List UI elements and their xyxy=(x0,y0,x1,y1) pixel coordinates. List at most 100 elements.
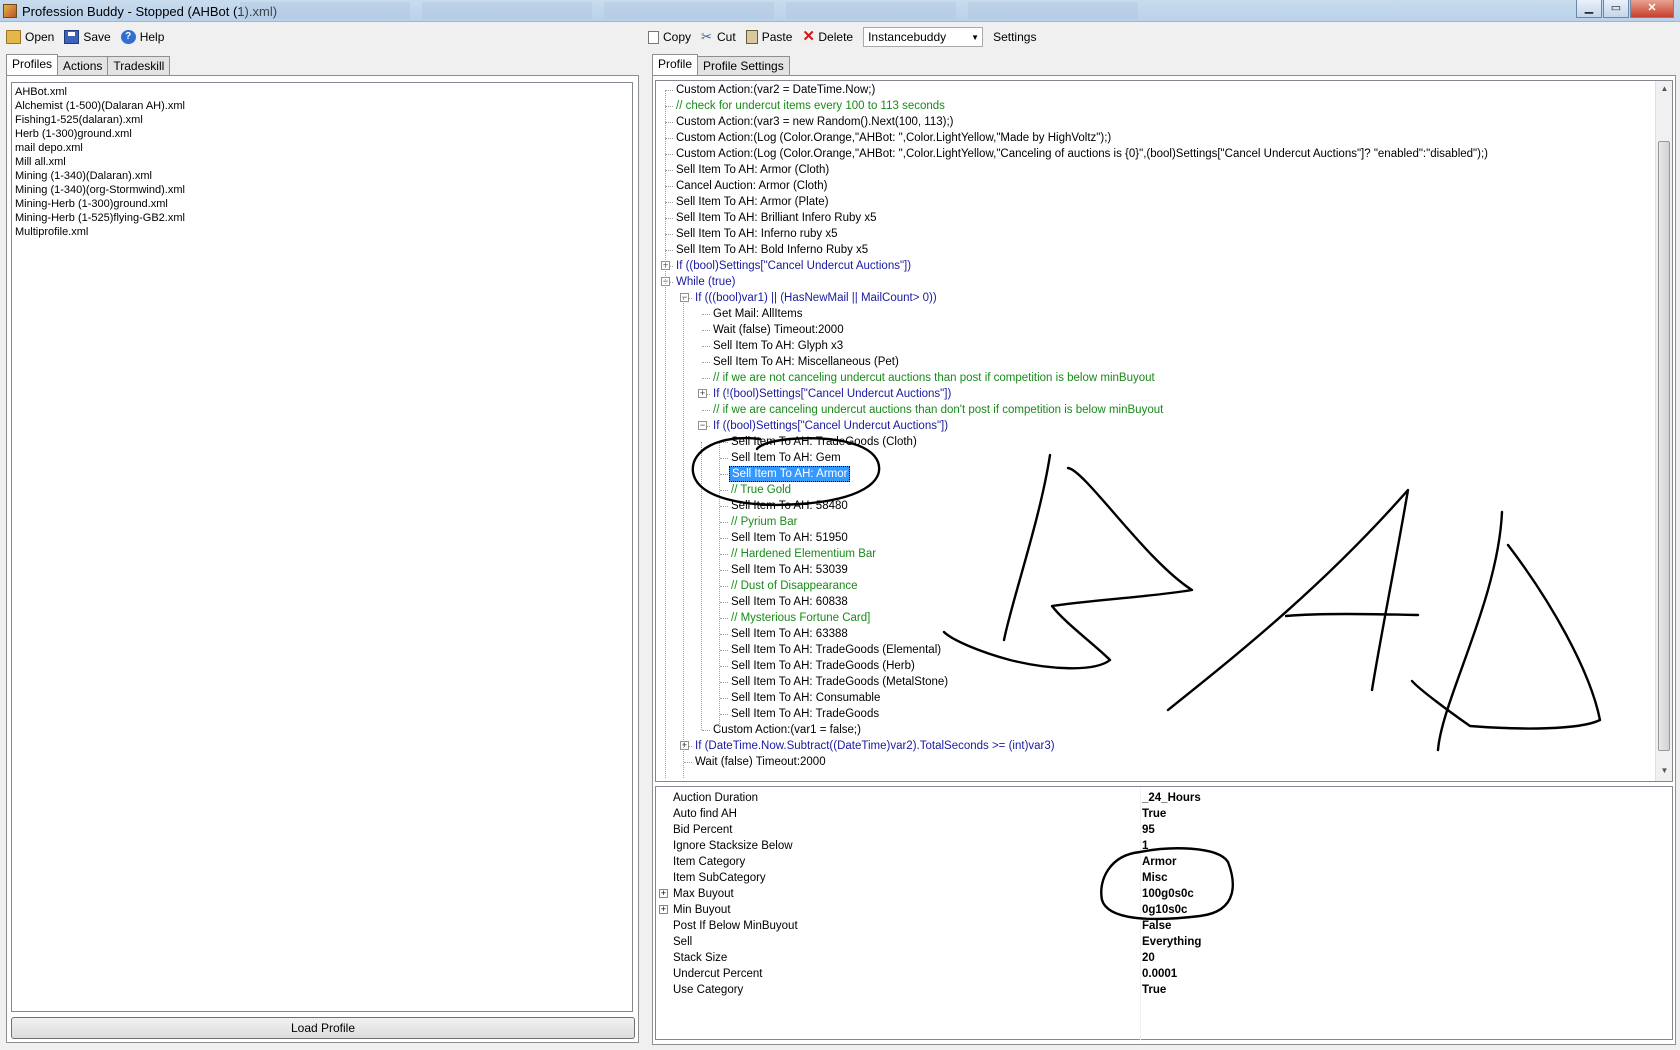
minimize-button[interactable]: ▁ xyxy=(1576,0,1602,18)
property-row[interactable]: Stack Size 20 xyxy=(656,950,1670,966)
tree-action-node[interactable]: Sell Item To AH: Brilliant Infero Ruby x… xyxy=(674,210,877,226)
property-value[interactable]: Misc xyxy=(1142,870,1168,886)
property-row[interactable]: Auction Duration _24_Hours xyxy=(656,790,1670,806)
tree-action-node[interactable]: Sell Item To AH: Armor (Plate) xyxy=(674,194,829,210)
tree-action-node[interactable]: Sell Item To AH: Miscellaneous (Pet) xyxy=(711,354,899,370)
expand-icon[interactable]: + xyxy=(659,889,668,898)
tree-action-node[interactable]: Sell Item To AH: TradeGoods xyxy=(729,706,879,722)
tree-action-node[interactable]: Get Mail: AllItems xyxy=(711,306,802,322)
tree-action-node[interactable]: Sell Item To AH: 53039 xyxy=(729,562,848,578)
tree-comment[interactable]: // Pyrium Bar xyxy=(729,514,797,530)
cut-button[interactable]: ✂ Cut xyxy=(701,30,736,45)
tree-action-node[interactable]: Sell Item To AH: Gem xyxy=(729,450,841,466)
property-value[interactable]: 0.0001 xyxy=(1142,966,1177,982)
tree-action-node[interactable]: Sell Item To AH: Armor (Cloth) xyxy=(674,162,829,178)
property-value[interactable]: 0g10s0c xyxy=(1142,902,1187,918)
tab-profile-settings[interactable]: Profile Settings xyxy=(697,56,790,75)
property-row[interactable]: Undercut Percent 0.0001 xyxy=(656,966,1670,982)
profile-list-item[interactable]: Mining-Herb (1-525)flying-GB2.xml xyxy=(15,211,629,225)
expand-icon[interactable]: + xyxy=(680,741,689,750)
property-value[interactable]: 20 xyxy=(1142,950,1155,966)
profile-list-item[interactable]: Fishing1-525(dalaran).xml xyxy=(15,113,629,127)
tab-tradeskill[interactable]: Tradeskill xyxy=(107,56,171,75)
tree-action-node[interactable]: Sell Item To AH: Glyph x3 xyxy=(711,338,843,354)
tree-scrollbar[interactable]: ▲ ▼ xyxy=(1655,81,1672,781)
property-value[interactable]: True xyxy=(1142,806,1166,822)
tree-action-node[interactable]: Sell Item To AH: TradeGoods (Cloth) xyxy=(729,434,917,450)
property-value[interactable]: 95 xyxy=(1142,822,1155,838)
load-profile-button[interactable]: Load Profile xyxy=(11,1017,635,1039)
tab-profile[interactable]: Profile xyxy=(652,54,699,75)
tree-comment[interactable]: // True Gold xyxy=(729,482,791,498)
profile-list-item[interactable]: Multiprofile.xml xyxy=(15,225,629,239)
tree-action-node[interactable]: Sell Item To AH: 58480 xyxy=(729,498,848,514)
paste-button[interactable]: Paste xyxy=(745,30,792,44)
property-row[interactable]: Ignore Stacksize Below 1 xyxy=(656,838,1670,854)
settings-button[interactable]: Settings xyxy=(993,30,1036,44)
tree-action-node[interactable]: Sell Item To AH: TradeGoods (Elemental) xyxy=(729,642,941,658)
tree-action-node[interactable]: Custom Action:(Log (Color.Orange,"AHBot:… xyxy=(674,146,1488,162)
tab-actions[interactable]: Actions xyxy=(57,56,109,75)
profile-list-item[interactable]: mail depo.xml xyxy=(15,141,629,155)
property-row[interactable]: Item SubCategory Misc xyxy=(656,870,1670,886)
tree-comment[interactable]: // if we are not canceling undercut auct… xyxy=(711,370,1155,386)
property-value[interactable]: Armor xyxy=(1142,854,1177,870)
tree-action-node[interactable]: Sell Item To AH: 63388 xyxy=(729,626,848,642)
open-button[interactable]: Open xyxy=(6,30,54,44)
expand-icon[interactable]: + xyxy=(659,905,668,914)
profile-list-item[interactable]: AHBot.xml xyxy=(15,85,629,99)
scroll-down-icon[interactable]: ▼ xyxy=(1659,766,1670,778)
bot-select-dropdown[interactable]: Instancebuddy ▼ xyxy=(863,27,984,47)
close-button[interactable]: ✕ xyxy=(1630,0,1674,18)
tree-action-node[interactable]: Cancel Auction: Armor (Cloth) xyxy=(674,178,827,194)
property-row[interactable]: + Max Buyout 100g0s0c xyxy=(656,886,1670,902)
tree-flow-node[interactable]: If ((bool)Settings["Cancel Undercut Auct… xyxy=(711,418,948,434)
tree-flow-node[interactable]: If ((bool)Settings["Cancel Undercut Auct… xyxy=(674,258,911,274)
tree-action-node[interactable]: Custom Action:(var3 = new Random().Next(… xyxy=(674,114,954,130)
tree-action-node[interactable]: Custom Action:(var1 = false;) xyxy=(711,722,861,738)
tree-comment[interactable]: // if we are canceling undercut auctions… xyxy=(711,402,1163,418)
property-value[interactable]: 100g0s0c xyxy=(1142,886,1194,902)
property-value[interactable]: True xyxy=(1142,982,1166,998)
tree-action-node[interactable]: Sell Item To AH: 60838 xyxy=(729,594,848,610)
scroll-up-icon[interactable]: ▲ xyxy=(1659,84,1670,96)
tab-profiles[interactable]: Profiles xyxy=(6,54,59,75)
copy-button[interactable]: Copy xyxy=(648,30,691,44)
profile-list-item[interactable]: Mining-Herb (1-300)ground.xml xyxy=(15,197,629,211)
tree-comment[interactable]: // Mysterious Fortune Card] xyxy=(729,610,870,626)
profile-list-item[interactable]: Mill all.xml xyxy=(15,155,629,169)
property-row[interactable]: + Min Buyout 0g10s0c xyxy=(656,902,1670,918)
scroll-thumb[interactable] xyxy=(1658,141,1670,751)
profile-list-item[interactable]: Mining (1-340)(Dalaran).xml xyxy=(15,169,629,183)
tree-flow-node[interactable]: If (DateTime.Now.Subtract((DateTime)var2… xyxy=(693,738,1055,754)
maximize-button[interactable]: ▭ xyxy=(1603,0,1629,18)
tree-flow-node[interactable]: If (((bool)var1) || (HasNewMail || MailC… xyxy=(693,290,937,306)
tree-comment[interactable]: // Hardened Elementium Bar xyxy=(729,546,876,562)
profile-list-item[interactable]: Mining (1-340)(org-Stormwind).xml xyxy=(15,183,629,197)
tree-action-node[interactable]: Sell Item To AH: TradeGoods (MetalStone) xyxy=(729,674,948,690)
profile-list[interactable]: AHBot.xml Alchemist (1-500)(Dalaran AH).x… xyxy=(11,82,633,1012)
tree-action-node[interactable]: Sell Item To AH: Bold Inferno Ruby x5 xyxy=(674,242,868,258)
property-row[interactable]: Item Category Armor xyxy=(656,854,1670,870)
expand-icon[interactable]: + xyxy=(698,389,707,398)
tree-action-node[interactable]: Sell Item To AH: Inferno ruby x5 xyxy=(674,226,838,242)
tree-action-node[interactable]: Sell Item To AH: TradeGoods (Herb) xyxy=(729,658,915,674)
property-value[interactable]: False xyxy=(1142,918,1171,934)
property-row[interactable]: Auto find AH True xyxy=(656,806,1670,822)
tree-action-node[interactable]: Wait (false) Timeout:2000 xyxy=(711,322,844,338)
tree-comment[interactable]: // check for undercut items every 100 to… xyxy=(674,98,945,114)
tree-action-node[interactable]: Wait (false) Timeout:2000 xyxy=(693,754,826,770)
tree-flow-node[interactable]: While (true) xyxy=(674,274,735,290)
property-row[interactable]: Post If Below MinBuyout False xyxy=(656,918,1670,934)
profile-list-item[interactable]: Herb (1-300)ground.xml xyxy=(15,127,629,141)
tree-action-node[interactable]: Sell Item To AH: Armor xyxy=(729,466,851,482)
tree-action-node[interactable]: Custom Action:(var2 = DateTime.Now;) xyxy=(674,82,875,98)
property-row[interactable]: Use Category True xyxy=(656,982,1670,998)
property-value[interactable]: Everything xyxy=(1142,934,1201,950)
help-button[interactable]: ? Help xyxy=(120,30,164,44)
save-button[interactable]: Save xyxy=(64,30,111,44)
profile-list-item[interactable]: Alchemist (1-500)(Dalaran AH).xml xyxy=(15,99,629,113)
collapse-icon[interactable]: − xyxy=(698,421,707,430)
tree-action-node[interactable]: Sell Item To AH: Consumable xyxy=(729,690,880,706)
property-row[interactable]: Sell Everything xyxy=(656,934,1670,950)
